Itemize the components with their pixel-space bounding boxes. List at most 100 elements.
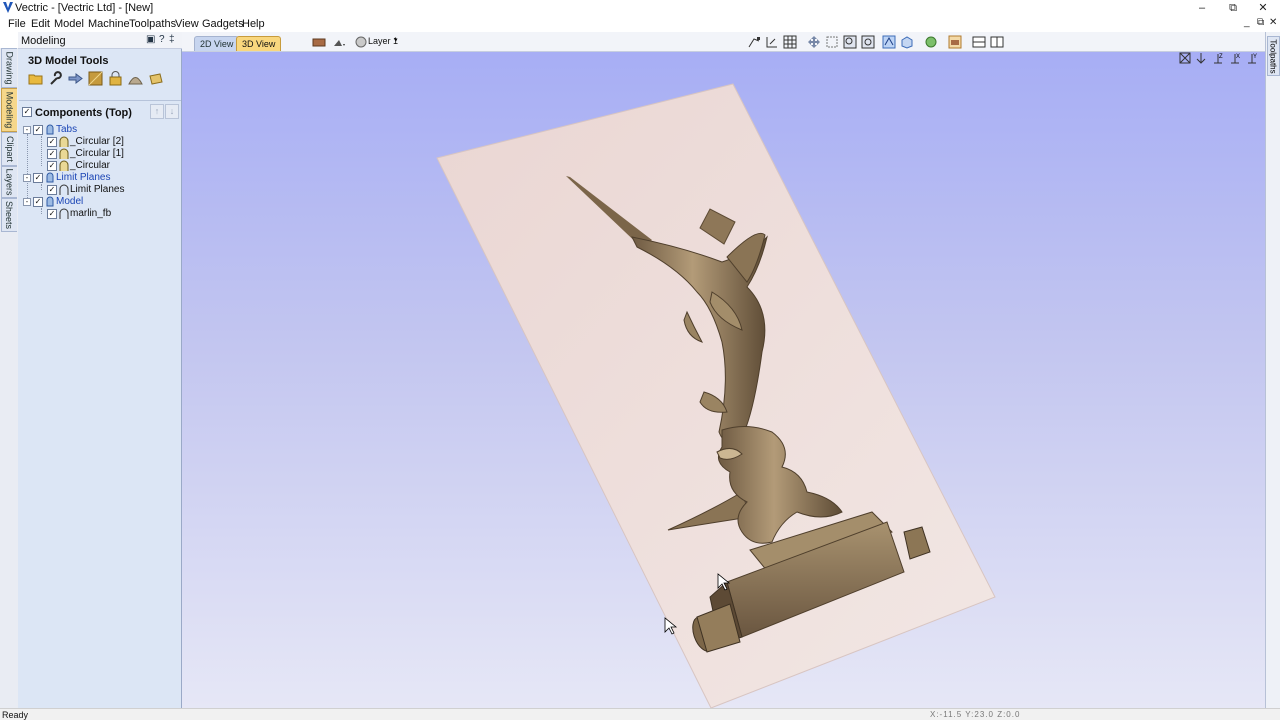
title-bar: Vectric - [Vectric Ltd] - [New] – ⧉ ✕: [0, 0, 1280, 16]
view-z-icon[interactable]: Z: [1212, 52, 1224, 64]
move-down-button[interactable]: ↓: [165, 104, 179, 119]
components-checkbox[interactable]: ✓: [22, 107, 32, 117]
3d-scene: [436, 83, 996, 708]
zoom-box-icon[interactable]: [825, 35, 839, 49]
tab-layers-label: Layers: [4, 168, 15, 196]
tree-item-circular-1[interactable]: ✓ _Circular [1]: [23, 148, 173, 160]
view-cube-icon[interactable]: [900, 35, 914, 49]
3d-rotate-icon[interactable]: [882, 35, 896, 49]
minimize-button[interactable]: –: [1185, 0, 1219, 16]
tree-group-limit-planes[interactable]: - ✓ Limit Planes: [23, 172, 173, 184]
menu-toolpaths[interactable]: Toolpaths: [129, 18, 176, 30]
tool-dropdown-icon[interactable]: [332, 35, 346, 49]
tree-checkbox[interactable]: ✓: [33, 125, 43, 135]
maximize-button[interactable]: ⧉: [1216, 0, 1250, 16]
shading-icon[interactable]: [924, 35, 938, 49]
zoom-out-icon[interactable]: [861, 35, 875, 49]
tab-layers[interactable]: Layers: [1, 166, 17, 198]
mdi-minimize-icon[interactable]: _: [1244, 17, 1250, 28]
tree-item-circular[interactable]: ✓ _Circular: [23, 160, 173, 172]
tree-label: Limit Planes: [70, 184, 125, 195]
collapse-icon[interactable]: -: [23, 198, 31, 206]
view-toolbar: 2D View 3D View Layer 1 ▾: [182, 32, 1265, 52]
layer-dropdown-icon[interactable]: ▾: [394, 36, 398, 44]
view-z-down-icon[interactable]: [1195, 52, 1207, 64]
mdi-restore-icon[interactable]: ⧉: [1257, 17, 1264, 28]
close-button[interactable]: ✕: [1246, 0, 1280, 16]
tab-toolpaths[interactable]: Toolpaths: [1267, 36, 1280, 76]
tree-checkbox[interactable]: ✓: [47, 161, 57, 171]
svg-text:X: X: [1236, 54, 1240, 60]
tree-checkbox[interactable]: ✓: [47, 185, 57, 195]
3d-viewport[interactable]: Z X Y: [182, 52, 1265, 708]
arrow-icon[interactable]: [68, 71, 83, 86]
tree-checkbox[interactable]: ✓: [33, 197, 43, 207]
view-y-icon[interactable]: Y: [1246, 52, 1258, 64]
menu-model[interactable]: Model: [54, 18, 84, 30]
tab-drawing-label: Drawing: [4, 51, 15, 85]
zoom-in-icon[interactable]: [843, 35, 857, 49]
collapse-icon[interactable]: -: [23, 126, 31, 134]
tree-checkbox[interactable]: ✓: [33, 173, 43, 183]
panel-help-button[interactable]: ?: [159, 34, 165, 45]
material-shade-icon[interactable]: [948, 35, 962, 49]
tree-group-model[interactable]: - ✓ Model: [23, 196, 173, 208]
move-view-icon[interactable]: [807, 35, 821, 49]
texture-icon[interactable]: [88, 71, 103, 86]
modeling-panel: Modeling ▣ ? ‡ 3D Model Tools ✓ Componen…: [18, 32, 182, 708]
menu-view[interactable]: View: [175, 18, 199, 30]
tree-item-limit-planes[interactable]: ✓ Limit Planes: [23, 184, 173, 196]
tab-3d-view[interactable]: 3D View: [236, 36, 282, 51]
panel-dock-icon[interactable]: ▣: [146, 34, 155, 45]
tab-clipart-label: Clipart: [4, 135, 15, 163]
open-folder-icon[interactable]: [28, 71, 43, 86]
tree-item-marlin[interactable]: ✓ marlin_fb: [23, 208, 173, 220]
component-arch-icon: [59, 136, 69, 147]
node-edit-icon[interactable]: [747, 35, 761, 49]
lock-icon[interactable]: [108, 71, 123, 86]
tree-checkbox[interactable]: ✓: [47, 149, 57, 159]
tree-group-tabs[interactable]: - ✓ Tabs: [23, 124, 173, 136]
menu-gadgets[interactable]: Gadgets: [202, 18, 244, 30]
snap-icon[interactable]: [765, 35, 779, 49]
tab-drawing[interactable]: Drawing: [1, 48, 17, 88]
tab-modeling-label: Modeling: [4, 91, 15, 129]
menu-file[interactable]: File: [8, 18, 26, 30]
tile-view-icon[interactable]: [990, 35, 1004, 49]
pencil-icon[interactable]: [148, 71, 163, 86]
tab-2d-view[interactable]: 2D View: [194, 36, 240, 51]
view-x-icon[interactable]: X: [1229, 52, 1241, 64]
panel-pin-button[interactable]: ‡: [169, 34, 175, 45]
collapse-icon[interactable]: -: [23, 174, 31, 182]
grid-icon[interactable]: [783, 35, 797, 49]
tab-modeling[interactable]: Modeling: [1, 88, 17, 132]
right-tab-strip: Toolpaths: [1265, 32, 1280, 708]
tab-clipart[interactable]: Clipart: [1, 132, 17, 166]
menu-help[interactable]: Help: [242, 18, 265, 30]
layer-icon[interactable]: [354, 35, 368, 49]
tree-label: Limit Planes: [56, 172, 111, 183]
menu-machine[interactable]: Machine: [88, 18, 130, 30]
tree-checkbox[interactable]: ✓: [47, 137, 57, 147]
panel-header: Modeling ▣ ? ‡: [18, 32, 182, 49]
iso-view-icon[interactable]: [1179, 52, 1191, 64]
status-coordinates: X:-11.5 Y:23.0 Z:0.0: [930, 710, 1021, 719]
tree-item-circular-2[interactable]: ✓ _Circular [2]: [23, 136, 173, 148]
component-arch-icon: [59, 208, 69, 219]
wrench-icon[interactable]: [48, 71, 63, 86]
layer-bell-icon: [46, 172, 54, 183]
menu-edit[interactable]: Edit: [31, 18, 50, 30]
material-icon[interactable]: [312, 35, 326, 49]
component-arch-icon: [59, 148, 69, 159]
tree-label: marlin_fb: [70, 208, 112, 219]
layer-bell-icon: [46, 124, 54, 135]
dome-icon[interactable]: [128, 71, 143, 86]
tree-label: _Circular: [70, 160, 111, 171]
tab-sheets[interactable]: Sheets: [1, 198, 17, 232]
tree-checkbox[interactable]: ✓: [47, 209, 57, 219]
mdi-close-icon[interactable]: ✕: [1269, 17, 1277, 28]
split-view-icon[interactable]: [972, 35, 986, 49]
tools-section-title: 3D Model Tools: [28, 55, 109, 67]
tree-label: _Circular [2]: [70, 136, 124, 147]
move-up-button[interactable]: ↑: [150, 104, 164, 119]
